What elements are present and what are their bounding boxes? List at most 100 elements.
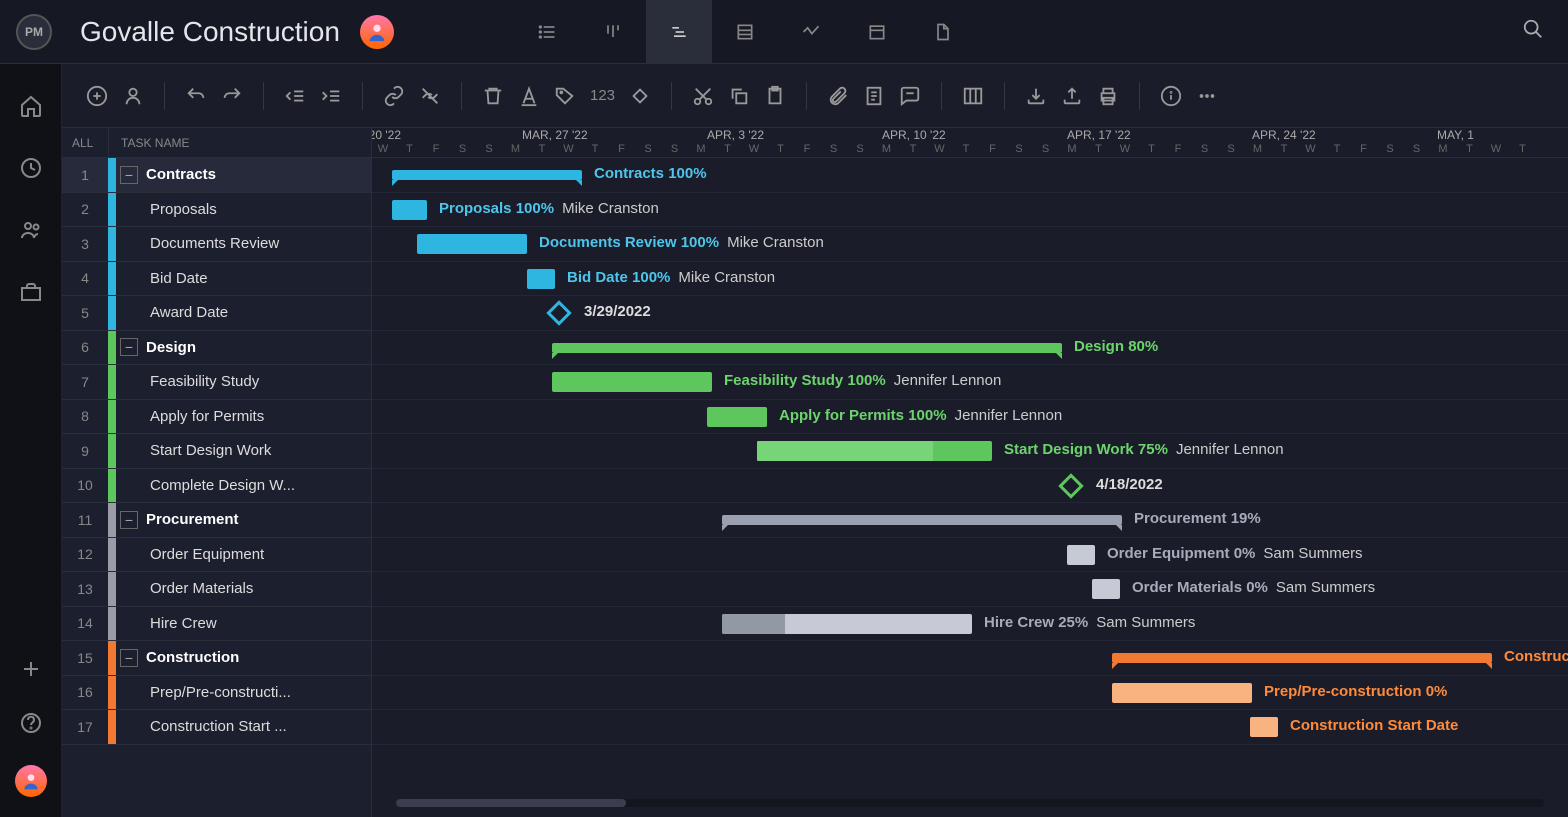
- project-avatar[interactable]: [360, 15, 394, 49]
- tag-icon[interactable]: [554, 85, 576, 107]
- print-icon[interactable]: [1097, 85, 1119, 107]
- task-row[interactable]: 9Start Design Work: [62, 434, 371, 469]
- assignee-label: Sam Summers: [1096, 614, 1195, 631]
- columns-icon[interactable]: [962, 85, 984, 107]
- gantt-view-tab[interactable]: [646, 0, 712, 64]
- attach-icon[interactable]: [827, 85, 849, 107]
- delete-icon[interactable]: [482, 85, 504, 107]
- timeline-day-label: F: [423, 143, 449, 155]
- file-view-tab[interactable]: [910, 0, 976, 64]
- import-icon[interactable]: [1025, 85, 1047, 107]
- task-name-label: Complete Design W...: [116, 477, 371, 494]
- gantt-task-bar[interactable]: [1112, 683, 1252, 703]
- task-row[interactable]: 13Order Materials: [62, 572, 371, 607]
- task-name-label: Bid Date: [116, 270, 371, 287]
- paste-icon[interactable]: [764, 85, 786, 107]
- gantt-row: Construction: [372, 641, 1568, 676]
- copy-icon[interactable]: [728, 85, 750, 107]
- search-icon[interactable]: [1514, 10, 1552, 53]
- recent-icon[interactable]: [19, 156, 43, 180]
- timeline-day-label: S: [821, 143, 847, 155]
- calendar-view-tab[interactable]: [844, 0, 910, 64]
- gantt-task-bar[interactable]: [1067, 545, 1095, 565]
- link-icon[interactable]: [383, 85, 405, 107]
- redo-icon[interactable]: [221, 85, 243, 107]
- gantt-task-bar[interactable]: [552, 372, 712, 392]
- add-icon[interactable]: [19, 657, 43, 681]
- task-color-bar: [108, 400, 116, 434]
- unlink-icon[interactable]: [419, 85, 441, 107]
- more-icon[interactable]: [1196, 85, 1218, 107]
- gantt-row: Bid Date 100%Mike Cranston: [372, 262, 1568, 297]
- gantt-chart[interactable]: , 20 '22MAR, 27 '22APR, 3 '22APR, 10 '22…: [372, 128, 1568, 817]
- comment-icon[interactable]: [899, 85, 921, 107]
- milestone-icon[interactable]: [546, 300, 571, 325]
- list-view-tab[interactable]: [514, 0, 580, 64]
- gantt-h-scrollbar[interactable]: [396, 799, 1544, 807]
- indent-icon[interactable]: [320, 85, 342, 107]
- milestone-icon[interactable]: [1058, 473, 1083, 498]
- sheet-view-tab[interactable]: [712, 0, 778, 64]
- gantt-group-bar[interactable]: [392, 170, 582, 180]
- assign-icon[interactable]: [122, 85, 144, 107]
- task-row[interactable]: 11−Procurement: [62, 503, 371, 538]
- task-color-bar: [108, 607, 116, 641]
- timeline-day-label: S: [1377, 143, 1403, 155]
- task-row[interactable]: 12Order Equipment: [62, 538, 371, 573]
- task-row-number: 4: [62, 270, 108, 286]
- gantt-scroll-thumb[interactable]: [396, 799, 626, 807]
- export-icon[interactable]: [1061, 85, 1083, 107]
- task-row[interactable]: 14Hire Crew: [62, 607, 371, 642]
- task-row[interactable]: 17Construction Start ...: [62, 710, 371, 745]
- col-all-header[interactable]: ALL: [62, 136, 108, 150]
- task-row[interactable]: 5Award Date: [62, 296, 371, 331]
- notes-icon[interactable]: [863, 85, 885, 107]
- text-style-icon[interactable]: [518, 85, 540, 107]
- collapse-icon[interactable]: −: [120, 649, 138, 667]
- task-name-label: Construction Start ...: [116, 718, 371, 735]
- gantt-task-bar[interactable]: [1092, 579, 1120, 599]
- collapse-icon[interactable]: −: [120, 338, 138, 356]
- gantt-task-bar[interactable]: [722, 614, 972, 634]
- logo-badge[interactable]: PM: [16, 14, 52, 50]
- task-row[interactable]: 7Feasibility Study: [62, 365, 371, 400]
- task-row-number: 10: [62, 477, 108, 493]
- gantt-task-bar[interactable]: [707, 407, 767, 427]
- home-icon[interactable]: [19, 94, 43, 118]
- task-row[interactable]: 10 Complete Design W...: [62, 469, 371, 504]
- gantt-task-bar[interactable]: [757, 441, 992, 461]
- task-color-bar: [108, 193, 116, 227]
- collapse-icon[interactable]: −: [120, 166, 138, 184]
- cut-icon[interactable]: [692, 85, 714, 107]
- gantt-group-bar[interactable]: [722, 515, 1122, 525]
- team-icon[interactable]: [19, 218, 43, 242]
- task-row[interactable]: 15−Construction: [62, 641, 371, 676]
- undo-icon[interactable]: [185, 85, 207, 107]
- gantt-task-bar[interactable]: [417, 234, 527, 254]
- task-row[interactable]: 6−Design: [62, 331, 371, 366]
- collapse-icon[interactable]: −: [120, 511, 138, 529]
- col-name-header[interactable]: TASK NAME: [109, 136, 189, 150]
- task-row[interactable]: 8Apply for Permits: [62, 400, 371, 435]
- gantt-group-bar[interactable]: [552, 343, 1062, 353]
- portfolio-icon[interactable]: [19, 280, 43, 304]
- milestone-icon[interactable]: [629, 85, 651, 107]
- info-icon[interactable]: [1160, 85, 1182, 107]
- gantt-group-bar[interactable]: [1112, 653, 1492, 663]
- user-avatar[interactable]: [15, 765, 47, 797]
- task-row[interactable]: 1−Contracts: [62, 158, 371, 193]
- task-row[interactable]: 3Documents Review: [62, 227, 371, 262]
- gantt-task-bar[interactable]: [392, 200, 427, 220]
- help-icon[interactable]: [19, 711, 43, 735]
- add-task-icon[interactable]: [86, 85, 108, 107]
- task-row[interactable]: 16Prep/Pre-constructi...: [62, 676, 371, 711]
- task-row[interactable]: 4 Bid Date: [62, 262, 371, 297]
- gantt-task-bar[interactable]: [1250, 717, 1278, 737]
- board-view-tab[interactable]: [580, 0, 646, 64]
- gantt-task-bar[interactable]: [527, 269, 555, 289]
- outdent-icon[interactable]: [284, 85, 306, 107]
- task-row-number: 1: [62, 167, 108, 183]
- gantt-bar-label: Procurement 19%: [1134, 510, 1261, 527]
- task-row[interactable]: 2Proposals: [62, 193, 371, 228]
- dashboard-view-tab[interactable]: [778, 0, 844, 64]
